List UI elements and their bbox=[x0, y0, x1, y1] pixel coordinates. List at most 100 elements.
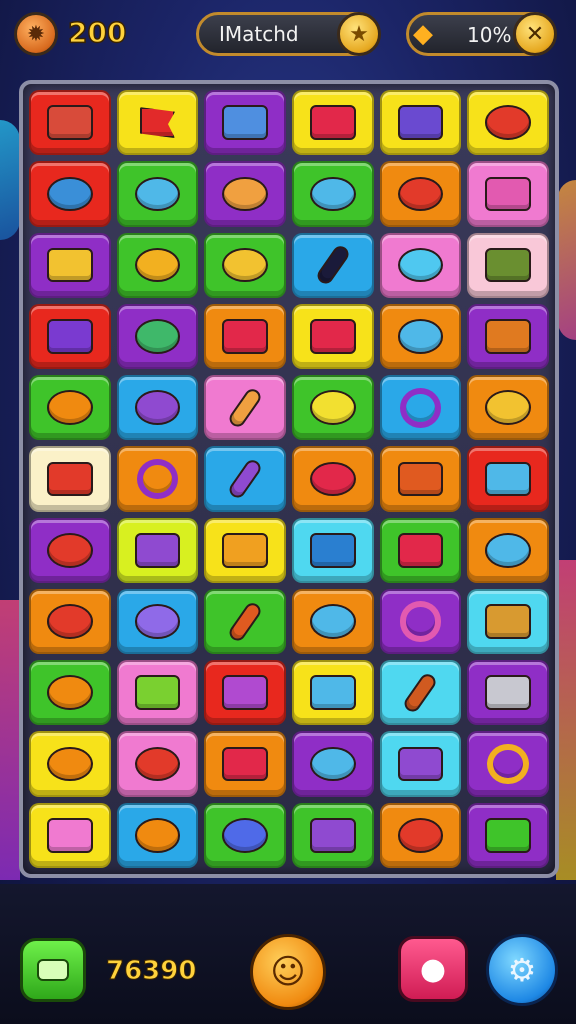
board-tile[interactable] bbox=[116, 731, 199, 797]
background-city-right bbox=[556, 560, 576, 880]
pencil-icon bbox=[226, 599, 264, 644]
leaf-icon bbox=[309, 746, 356, 782]
wand-icon bbox=[314, 243, 352, 288]
ticket-icon bbox=[46, 319, 93, 354]
board-tile[interactable] bbox=[379, 660, 462, 726]
bed-icon bbox=[46, 461, 93, 497]
board-tile[interactable] bbox=[204, 517, 286, 583]
board-tile[interactable] bbox=[291, 446, 374, 512]
total-score: 76390 bbox=[105, 956, 197, 987]
turtle-icon bbox=[134, 319, 181, 354]
board-tile[interactable] bbox=[467, 375, 549, 441]
board-tile[interactable] bbox=[204, 802, 286, 868]
board-tile[interactable] bbox=[379, 517, 462, 583]
close-button[interactable]: ✕ bbox=[513, 12, 557, 56]
board-tile[interactable] bbox=[291, 90, 374, 156]
board-tile[interactable] bbox=[291, 232, 374, 298]
board-tile[interactable] bbox=[379, 802, 462, 868]
board-tile[interactable] bbox=[291, 802, 374, 868]
board-tile[interactable] bbox=[204, 446, 286, 512]
board-tile[interactable] bbox=[204, 303, 286, 370]
board-tile[interactable] bbox=[379, 446, 462, 512]
crab-icon bbox=[397, 176, 444, 212]
board-tile[interactable] bbox=[291, 517, 374, 583]
board-tile[interactable] bbox=[467, 731, 549, 797]
booster-button[interactable]: ● bbox=[398, 936, 468, 1002]
glasses-icon bbox=[309, 604, 356, 639]
board-tile[interactable] bbox=[116, 303, 199, 370]
board-tile[interactable] bbox=[291, 588, 374, 655]
board-tile[interactable] bbox=[467, 446, 549, 512]
board-tile[interactable] bbox=[379, 90, 462, 156]
coin-icon[interactable]: ✹ bbox=[14, 12, 58, 56]
board-tile[interactable] bbox=[379, 375, 462, 441]
ticket-icon bbox=[37, 959, 69, 981]
board-tile[interactable] bbox=[204, 660, 286, 726]
board-tile[interactable] bbox=[291, 303, 374, 370]
board-tile[interactable] bbox=[467, 517, 549, 583]
board-tile[interactable] bbox=[29, 232, 111, 298]
board-tile[interactable] bbox=[29, 660, 111, 726]
star-badge-icon[interactable]: ★ bbox=[337, 12, 381, 56]
board-tile[interactable] bbox=[116, 161, 199, 227]
sign-icon bbox=[309, 319, 356, 354]
board-tile[interactable] bbox=[204, 90, 286, 156]
board-tile[interactable] bbox=[29, 731, 111, 797]
comb-icon bbox=[222, 319, 269, 354]
cube-icon bbox=[485, 818, 532, 853]
board-tile[interactable] bbox=[379, 303, 462, 370]
board-tile[interactable] bbox=[116, 90, 199, 156]
board-tile[interactable] bbox=[204, 375, 286, 441]
board-tile[interactable] bbox=[204, 232, 286, 298]
board-tile[interactable] bbox=[467, 802, 549, 868]
fish-icon bbox=[46, 176, 93, 212]
board-tile[interactable] bbox=[29, 446, 111, 512]
board-tile[interactable] bbox=[467, 161, 549, 227]
board-tile[interactable] bbox=[467, 588, 549, 655]
board-tile[interactable] bbox=[467, 303, 549, 370]
board-tile[interactable] bbox=[204, 588, 286, 655]
board-tile[interactable] bbox=[467, 90, 549, 156]
board-tile[interactable] bbox=[467, 232, 549, 298]
settings-button[interactable]: ⚙ bbox=[486, 934, 558, 1006]
star-icon bbox=[222, 247, 269, 283]
board-tile[interactable] bbox=[116, 802, 199, 868]
board-tile[interactable] bbox=[116, 375, 199, 441]
brush-icon bbox=[226, 385, 264, 430]
board-tile[interactable] bbox=[116, 588, 199, 655]
board-tile[interactable] bbox=[291, 161, 374, 227]
board-tile[interactable] bbox=[204, 731, 286, 797]
board-tile[interactable] bbox=[291, 660, 374, 726]
board-tile[interactable] bbox=[204, 161, 286, 227]
board-tile[interactable] bbox=[29, 161, 111, 227]
apple-icon bbox=[46, 532, 93, 568]
board-tile[interactable] bbox=[29, 303, 111, 370]
board-tile[interactable] bbox=[29, 517, 111, 583]
magnifier-icon bbox=[397, 319, 444, 354]
board-tile[interactable] bbox=[116, 660, 199, 726]
board-tile[interactable] bbox=[379, 588, 462, 655]
bottle-icon bbox=[226, 457, 264, 501]
box-icon bbox=[134, 532, 181, 568]
board-tile[interactable] bbox=[291, 375, 374, 441]
hint-button[interactable]: ☺ bbox=[250, 934, 326, 1010]
board-tile[interactable] bbox=[29, 802, 111, 868]
board-tile[interactable] bbox=[29, 588, 111, 655]
bowl-icon bbox=[397, 247, 444, 283]
board-tile[interactable] bbox=[116, 517, 199, 583]
jar-icon bbox=[485, 461, 532, 497]
board-tile[interactable] bbox=[379, 232, 462, 298]
board-tile[interactable] bbox=[29, 90, 111, 156]
board-tile[interactable] bbox=[467, 660, 549, 726]
board-tile[interactable] bbox=[116, 446, 199, 512]
board-tile[interactable] bbox=[116, 232, 199, 298]
board-tile[interactable] bbox=[379, 731, 462, 797]
board-tile[interactable] bbox=[379, 161, 462, 227]
level-title: IMatchd bbox=[219, 22, 299, 46]
case-icon bbox=[222, 675, 269, 711]
shop-button[interactable] bbox=[20, 938, 86, 1002]
board-tile[interactable] bbox=[29, 375, 111, 441]
mirror-icon bbox=[487, 744, 529, 785]
carrot-icon bbox=[46, 675, 93, 711]
board-tile[interactable] bbox=[291, 731, 374, 797]
